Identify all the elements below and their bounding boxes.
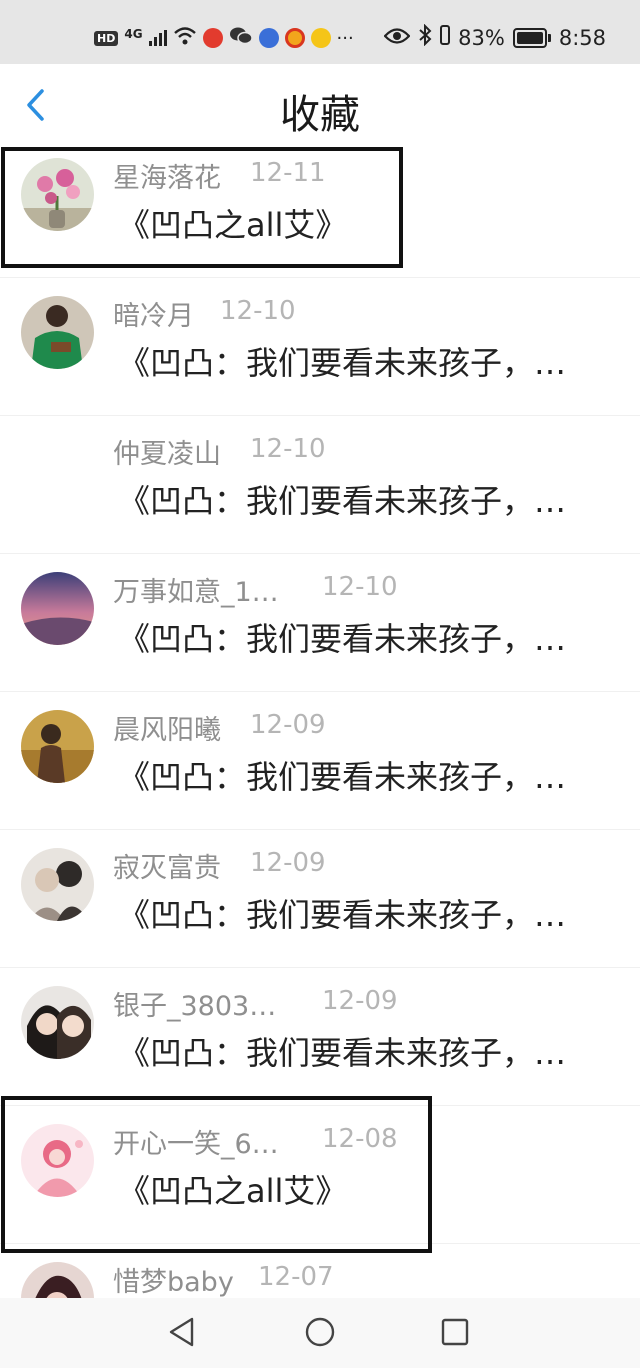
star-app-icon bbox=[310, 28, 331, 48]
date: 12-10 bbox=[322, 572, 398, 602]
avatar[interactable] bbox=[21, 848, 94, 921]
date: 12-08 bbox=[322, 1124, 398, 1154]
favorite-title[interactable]: 《凹凸：我们要看未来孩子，… bbox=[118, 752, 566, 798]
bluetooth-icon bbox=[418, 23, 432, 51]
signal-icon bbox=[148, 30, 167, 46]
user-name[interactable]: 银子_3803… bbox=[113, 984, 276, 1023]
favorite-title[interactable]: 《凹凸之all艾》 bbox=[118, 200, 347, 246]
music-app-icon bbox=[258, 28, 279, 48]
favorite-title[interactable]: 《凹凸：我们要看未来孩子，… bbox=[118, 338, 566, 384]
date: 12-09 bbox=[250, 848, 326, 878]
favorite-title[interactable]: 《凹凸：我们要看未来孩子，… bbox=[118, 890, 566, 936]
avatar[interactable] bbox=[21, 572, 94, 645]
triangle-back-icon bbox=[169, 1317, 194, 1347]
weibo-icon bbox=[284, 28, 305, 48]
date: 12-07 bbox=[258, 1262, 334, 1292]
avatar[interactable] bbox=[21, 710, 94, 783]
user-name[interactable]: 暗冷月 bbox=[113, 294, 194, 333]
user-name[interactable]: 万事如意_1… bbox=[113, 570, 279, 609]
page-title: 收藏 bbox=[280, 92, 360, 138]
header: 收藏 bbox=[0, 64, 640, 144]
nav-home-button[interactable] bbox=[302, 1314, 338, 1350]
network-type: 4G bbox=[124, 27, 143, 41]
wechat-icon bbox=[229, 26, 253, 50]
avatar[interactable] bbox=[21, 158, 94, 231]
list-item[interactable]: 暗冷月 12-10 《凹凸：我们要看未来孩子，… bbox=[0, 278, 640, 416]
avatar[interactable] bbox=[21, 986, 94, 1059]
nav-recents-button[interactable] bbox=[437, 1314, 473, 1350]
circle-home-icon bbox=[305, 1317, 335, 1347]
user-name[interactable]: 晨风阳曦 bbox=[113, 708, 221, 747]
battery-percent: 83% bbox=[458, 25, 505, 50]
clock: 8:58 bbox=[558, 25, 606, 50]
user-name[interactable]: 开心一笑_6… bbox=[113, 1122, 279, 1161]
list-item[interactable]: 星海落花 12-11 《凹凸之all艾》 bbox=[0, 140, 640, 278]
avatar[interactable] bbox=[21, 296, 94, 369]
date: 12-11 bbox=[250, 158, 326, 188]
status-right-icons: 83% 8:58 bbox=[383, 23, 606, 51]
favorite-title[interactable]: 《凹凸：我们要看未来孩子，… bbox=[118, 1028, 566, 1074]
list-item[interactable]: 开心一笑_6… 12-08 《凹凸之all艾》 bbox=[0, 1106, 640, 1244]
date: 12-10 bbox=[220, 296, 296, 326]
list-item[interactable]: 仲夏凌山 12-10 《凹凸：我们要看未来孩子，… bbox=[0, 416, 640, 554]
eye-icon bbox=[383, 26, 411, 50]
user-name[interactable]: 仲夏凌山 bbox=[113, 432, 221, 471]
date: 12-10 bbox=[250, 434, 326, 464]
status-bar: HD 4G ··· 83% 8:58 bbox=[0, 0, 640, 64]
favorite-title[interactable]: 《凹凸之all艾》 bbox=[118, 1166, 347, 1212]
system-nav-bar bbox=[0, 1298, 640, 1368]
favorite-title[interactable]: 《凹凸：我们要看未来孩子，… bbox=[118, 614, 566, 660]
list-item[interactable]: 万事如意_1… 12-10 《凹凸：我们要看未来孩子，… bbox=[0, 554, 640, 692]
more-notifications-icon: ··· bbox=[336, 27, 354, 49]
battery-icon bbox=[512, 27, 551, 48]
favorite-title[interactable]: 《凹凸：我们要看未来孩子，… bbox=[118, 476, 566, 522]
list-item[interactable]: 寂灭富贵 12-09 《凹凸：我们要看未来孩子，… bbox=[0, 830, 640, 968]
hd-icon: HD bbox=[94, 30, 119, 46]
nav-back-button[interactable] bbox=[164, 1314, 200, 1350]
avatar[interactable] bbox=[21, 1124, 94, 1197]
date: 12-09 bbox=[250, 710, 326, 740]
square-recents-icon bbox=[441, 1318, 469, 1346]
list-item[interactable]: 银子_3803… 12-09 《凹凸：我们要看未来孩子，… bbox=[0, 968, 640, 1106]
user-name[interactable]: 星海落花 bbox=[113, 156, 221, 195]
user-name[interactable]: 惜梦baby bbox=[113, 1260, 234, 1299]
wifi-icon bbox=[173, 26, 197, 50]
list-item[interactable]: 晨风阳曦 12-09 《凹凸：我们要看未来孩子，… bbox=[0, 692, 640, 830]
user-name[interactable]: 寂灭富贵 bbox=[113, 846, 221, 885]
status-left-icons: HD 4G ··· bbox=[94, 26, 354, 50]
date: 12-09 bbox=[322, 986, 398, 1016]
vibrate-battery-icon bbox=[440, 24, 451, 51]
app-notification-icon bbox=[202, 28, 223, 48]
